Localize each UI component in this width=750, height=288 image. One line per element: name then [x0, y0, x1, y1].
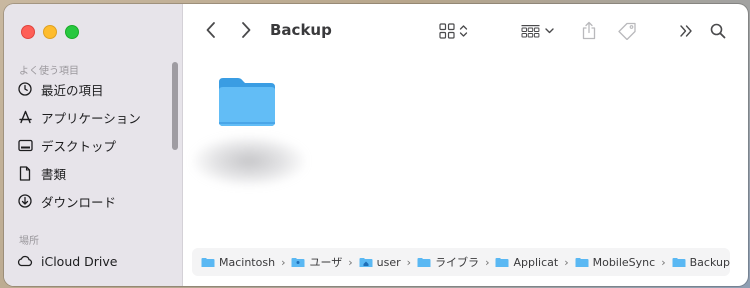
path-crumb-mobilesync[interactable]: MobileSync: [575, 255, 656, 269]
path-crumb-label: Macintosh: [219, 255, 276, 269]
sidebar-item-recents[interactable]: 最近の項目: [17, 78, 167, 100]
chevron-right-icon: ›: [485, 255, 490, 269]
download-icon: [17, 193, 33, 209]
sidebar-item-label: 書類: [41, 166, 67, 182]
path-crumb-label: ライブラ: [435, 256, 480, 269]
path-crumb-application-support[interactable]: Applicat: [495, 256, 558, 269]
window-title: Backup: [270, 21, 332, 39]
forward-button[interactable]: [240, 21, 252, 39]
search-button[interactable]: [710, 23, 726, 39]
group-grid-icon: [521, 25, 540, 38]
folder-item[interactable]: [216, 74, 278, 128]
up-down-chevron-icon: [459, 25, 468, 37]
home-folder-icon: [359, 257, 373, 267]
chevron-right-icon: ›: [661, 255, 666, 269]
sidebar-section-favorites: よく使う項目: [19, 66, 79, 77]
path-crumb-label: MobileSync: [592, 255, 656, 269]
window-controls: [21, 25, 79, 39]
folder-icon: [219, 78, 275, 126]
path-crumb-library[interactable]: ライブラ: [417, 254, 479, 270]
path-crumb-label: user: [376, 255, 401, 269]
more-toolbar-items-button[interactable]: [679, 24, 693, 38]
chevron-right-icon: ›: [348, 255, 353, 269]
path-crumb-users[interactable]: ユーザ: [291, 254, 342, 270]
file-area[interactable]: [183, 56, 748, 250]
chevron-left-icon: [206, 22, 215, 38]
folder-name-label-blurred: [193, 136, 305, 186]
clock-icon: [17, 81, 33, 97]
chevron-right-icon: [242, 22, 251, 38]
cloud-icon: [17, 253, 33, 269]
sidebar-item-label: デスクトップ: [41, 138, 117, 154]
chevron-down-icon: [545, 28, 554, 34]
toolbar: Backup: [183, 4, 748, 56]
finder-window: よく使う項目 最近の項目 アプリケーション デスクトップ 書類 ダウンロード 場…: [4, 4, 748, 286]
share-button[interactable]: [581, 21, 597, 40]
applications-icon: [17, 109, 33, 125]
path-crumb-label: ユーザ: [309, 256, 343, 269]
path-crumb-user[interactable]: user: [359, 256, 401, 269]
group-button[interactable]: [521, 24, 554, 38]
zoom-button[interactable]: [65, 25, 79, 39]
path-crumb-label: Backup: [689, 255, 730, 269]
view-mode-button[interactable]: [439, 23, 468, 39]
main-pane: Backup Macintosh › ユーザ › user › ライブラ › A…: [183, 4, 748, 286]
close-button[interactable]: [21, 25, 35, 39]
sidebar-scrollbar[interactable]: [172, 62, 178, 150]
folder-icon: [495, 257, 509, 267]
chevron-right-icon: ›: [564, 255, 569, 269]
chevron-right-icon: ›: [281, 255, 286, 269]
folder-icon: [672, 257, 686, 267]
sidebar-item-label: 最近の項目: [41, 82, 104, 98]
folder-icon: [575, 257, 589, 267]
sidebar-item-label: iCloud Drive: [41, 253, 118, 269]
icon-grid-icon: [439, 23, 455, 39]
tag-button[interactable]: [617, 22, 637, 40]
path-crumb-backup[interactable]: Backup: [672, 256, 730, 269]
desktop-icon: [17, 137, 33, 153]
sidebar-item-icloud-drive[interactable]: iCloud Drive: [17, 250, 167, 272]
minimize-button[interactable]: [43, 25, 57, 39]
sidebar-item-downloads[interactable]: ダウンロード: [17, 190, 167, 212]
search-icon: [710, 23, 726, 39]
path-crumb-label: Applicat: [513, 255, 559, 269]
path-bar: Macintosh › ユーザ › user › ライブラ › Applicat: [192, 248, 730, 276]
folder-icon: [201, 257, 215, 267]
sidebar-item-label: ダウンロード: [41, 194, 117, 210]
sidebar-item-label: アプリケーション: [41, 110, 141, 126]
sidebar-item-applications[interactable]: アプリケーション: [17, 106, 167, 128]
users-folder-icon: [291, 257, 305, 267]
tag-icon: [618, 22, 636, 40]
double-chevron-right-icon: [680, 25, 692, 37]
document-icon: [17, 165, 33, 181]
chevron-right-icon: ›: [406, 255, 412, 269]
folder-icon: [417, 257, 431, 267]
sidebar: よく使う項目 最近の項目 アプリケーション デスクトップ 書類 ダウンロード 場…: [4, 4, 183, 286]
share-icon: [582, 21, 596, 40]
sidebar-item-desktop[interactable]: デスクトップ: [17, 134, 167, 156]
path-crumb-macintosh[interactable]: Macintosh: [201, 256, 275, 269]
sidebar-item-documents[interactable]: 書類: [17, 162, 167, 184]
sidebar-section-locations: 場所: [19, 236, 39, 247]
back-button[interactable]: [205, 21, 217, 39]
